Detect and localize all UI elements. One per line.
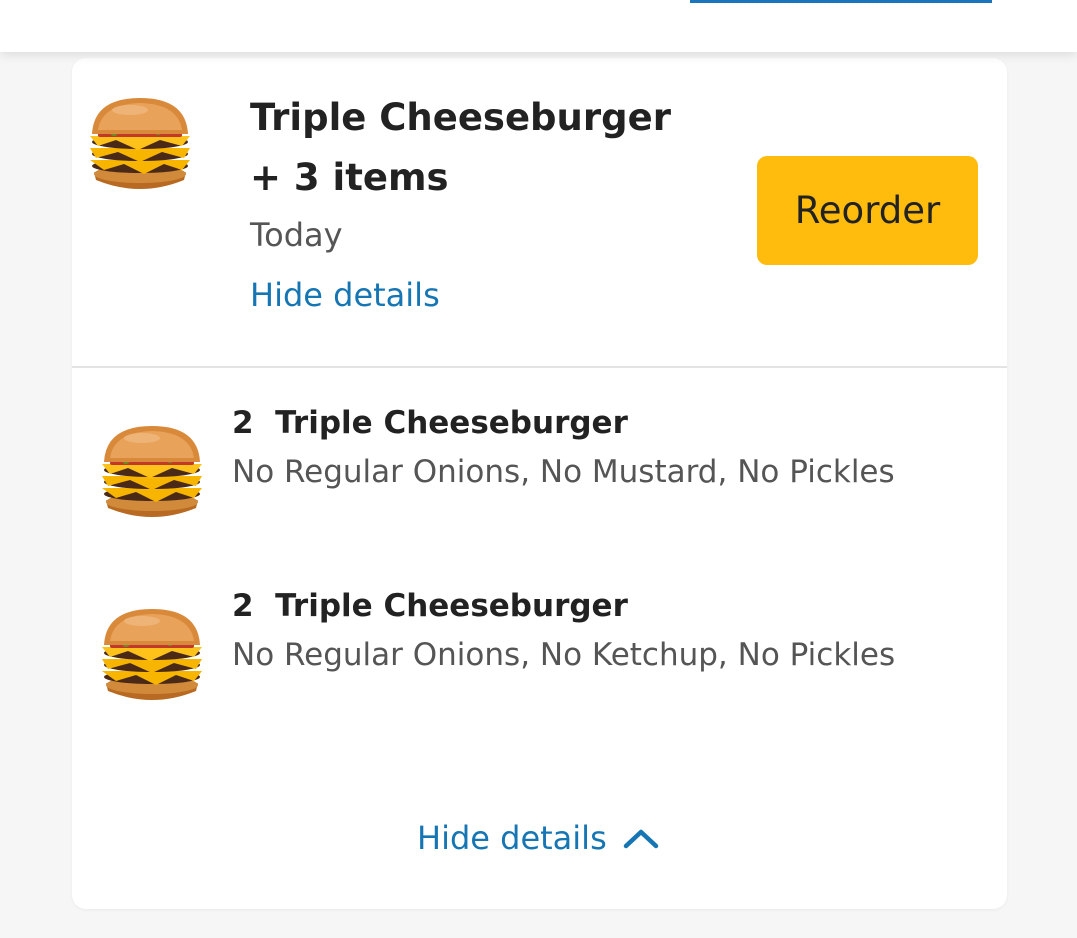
item-name: Triple Cheeseburger (275, 405, 628, 441)
order-title: Triple Cheeseburger (250, 96, 671, 139)
burger-image (96, 422, 208, 526)
hide-details-toggle[interactable]: Hide details (417, 816, 659, 860)
order-date: Today (250, 216, 343, 254)
burger-image (96, 605, 208, 709)
divider (72, 366, 1007, 368)
item-name: Triple Cheeseburger (275, 588, 628, 624)
item-title: 2 Triple Cheeseburger (232, 403, 628, 443)
hide-details-link[interactable]: Hide details (250, 274, 440, 316)
order-summary: Triple Cheeseburger + 3 items Today Hide… (72, 58, 1007, 366)
reorder-button[interactable]: Reorder (757, 156, 978, 265)
top-link-underline (690, 0, 992, 3)
top-header-bar (0, 0, 1077, 52)
order-item-count: + 3 items (250, 156, 449, 199)
item-modifications: No Regular Onions, No Ketchup, No Pickle… (232, 637, 896, 673)
item-quantity: 2 (232, 405, 254, 441)
chevron-up-icon (623, 829, 658, 849)
hide-details-label: Hide details (417, 819, 607, 857)
order-card: Triple Cheeseburger + 3 items Today Hide… (72, 58, 1007, 909)
item-quantity: 2 (232, 588, 254, 624)
burger-image (84, 94, 196, 198)
item-modifications: No Regular Onions, No Mustard, No Pickle… (232, 454, 895, 490)
item-title: 2 Triple Cheeseburger (232, 586, 628, 626)
